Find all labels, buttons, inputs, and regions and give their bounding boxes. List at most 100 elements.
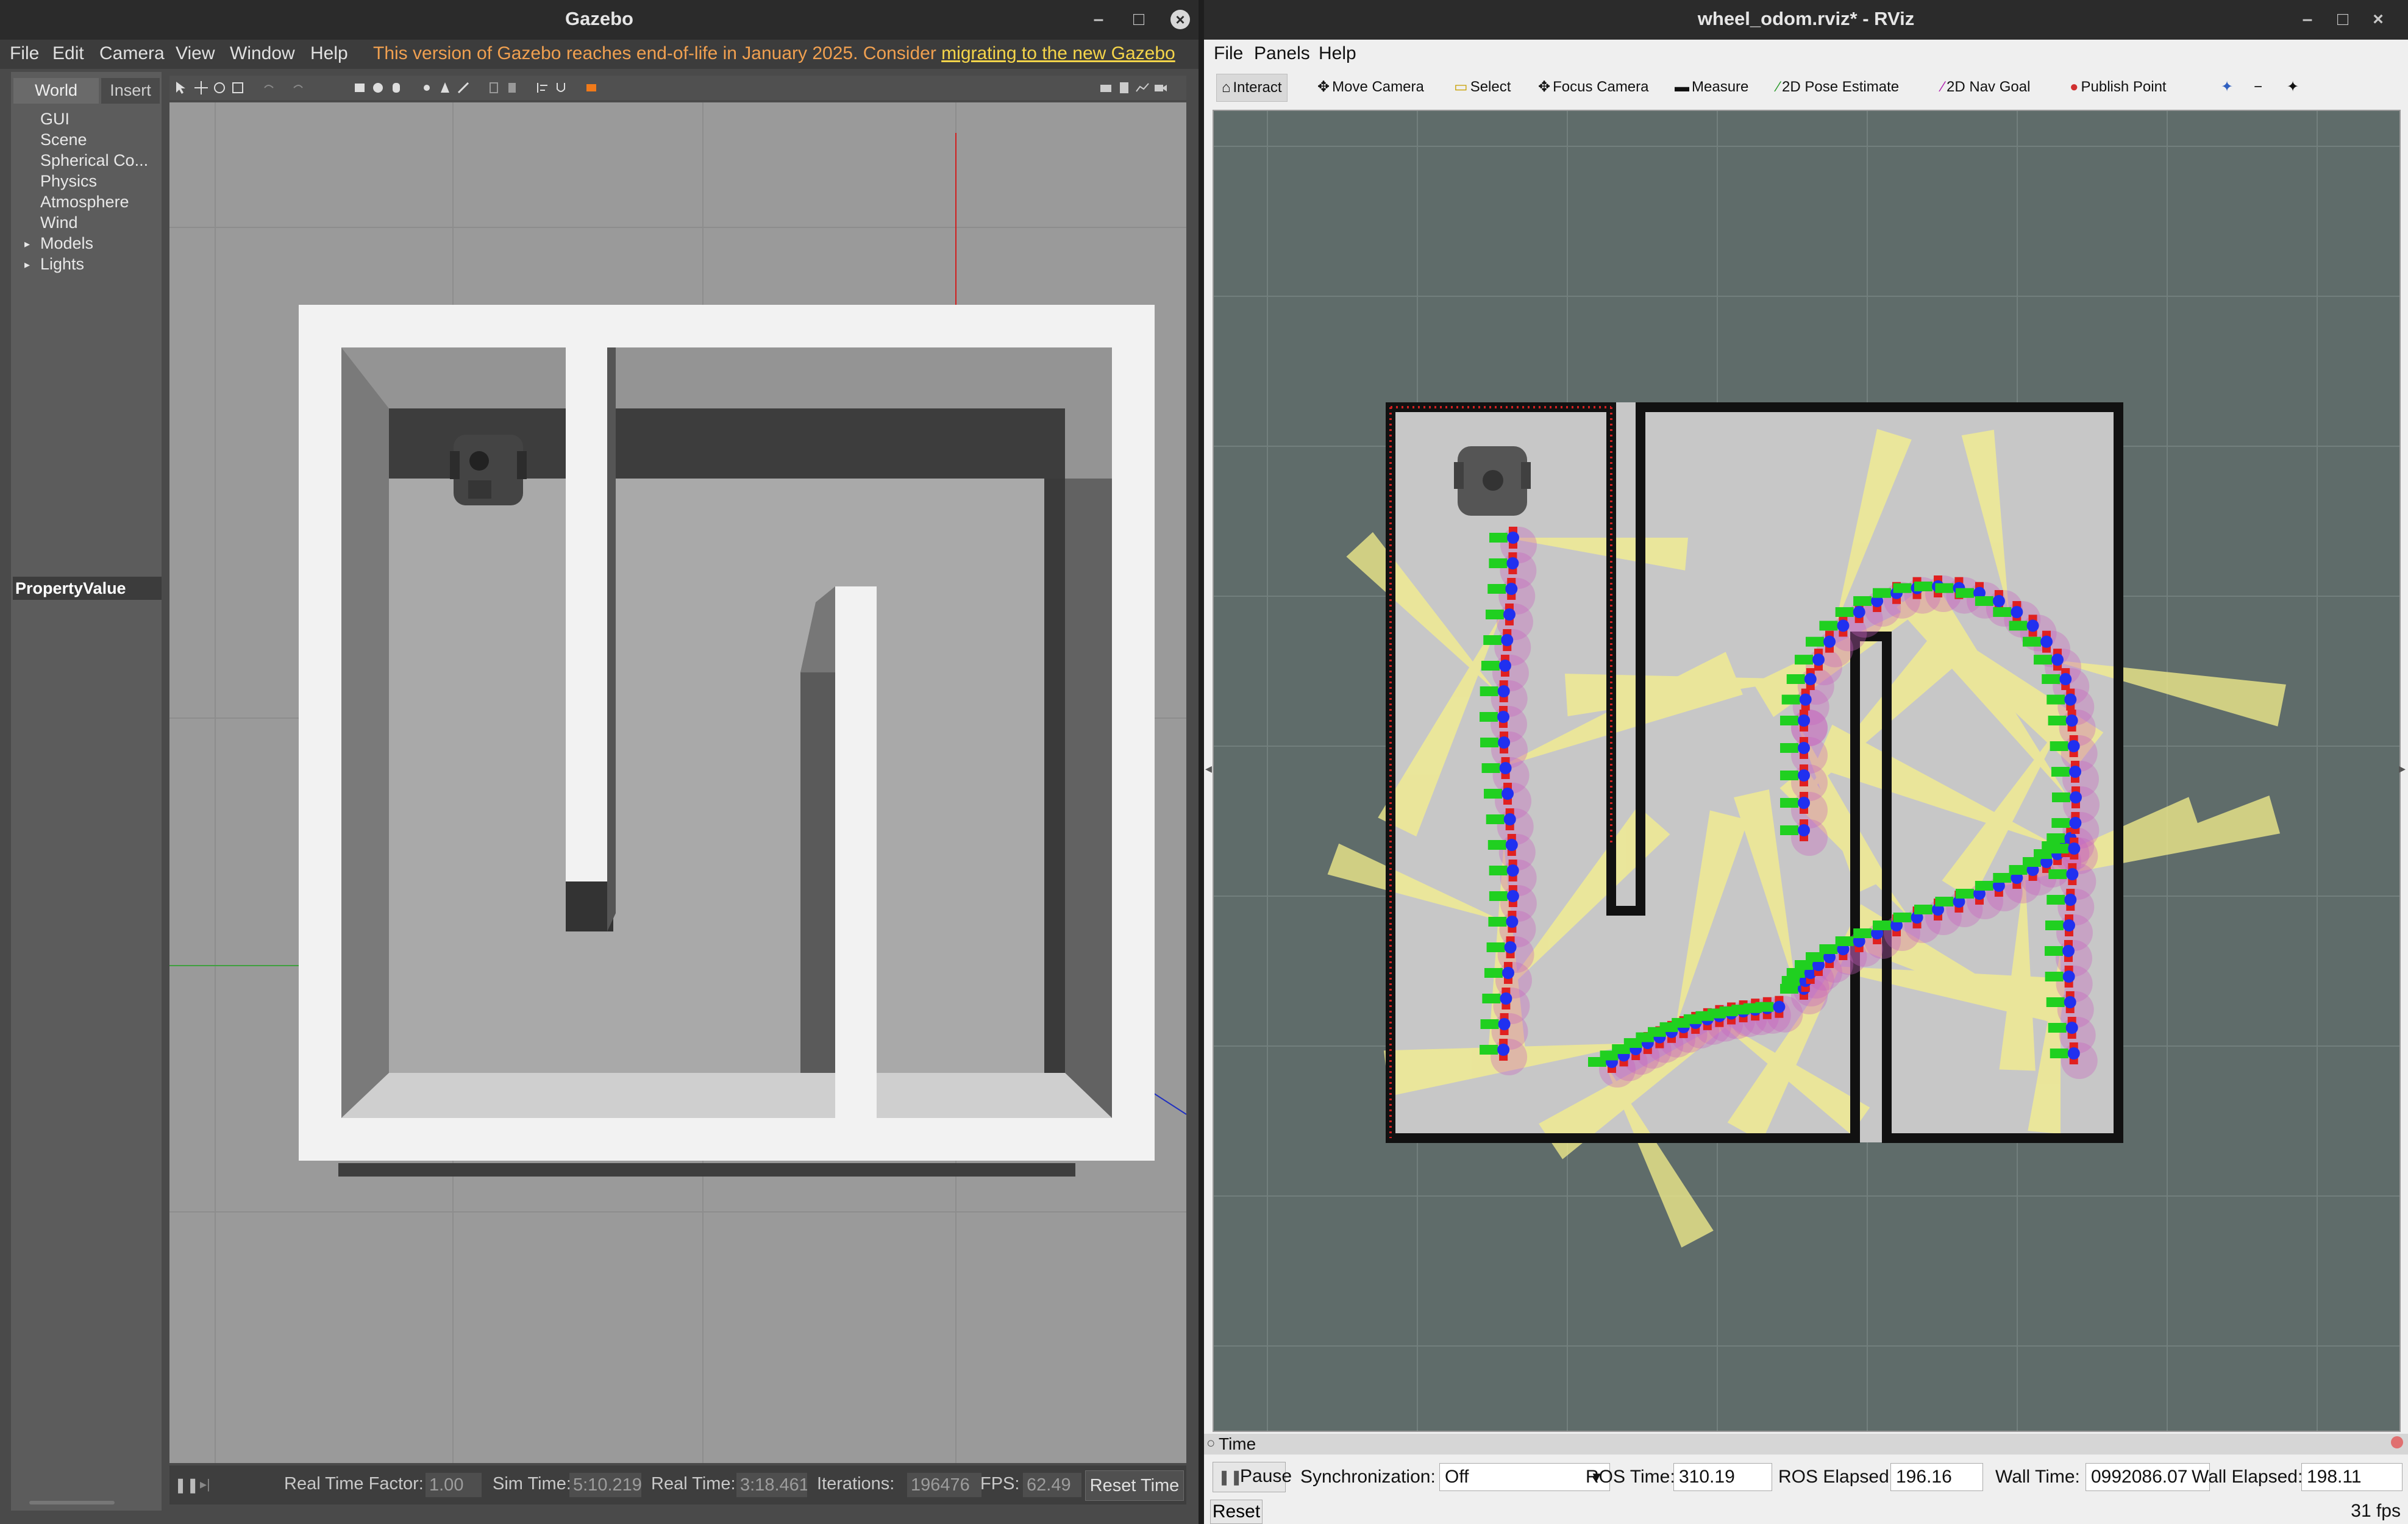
redo-icon[interactable]	[291, 80, 306, 95]
minimize-icon[interactable]: –	[2298, 10, 2317, 29]
gazebo-title: Gazebo	[565, 8, 633, 29]
log-icon[interactable]	[1117, 80, 1131, 95]
tab-world[interactable]: World	[13, 78, 99, 104]
tool-measure[interactable]: ▬ Measure	[1670, 74, 1753, 101]
menu-file[interactable]: File	[10, 43, 39, 64]
tool-focus-camera[interactable]: ✥ Focus Camera	[1533, 74, 1654, 101]
covariance-ellipse	[1491, 1039, 1528, 1075]
panel-close-icon[interactable]	[2391, 1436, 2403, 1448]
menu-edit[interactable]: Edit	[52, 43, 84, 64]
screenshot-icon[interactable]	[1099, 80, 1113, 95]
wall-elapsed-value: 198.11	[2301, 1463, 2403, 1491]
tree-item-physics[interactable]: Physics	[40, 172, 97, 191]
rtf-value: 1.00	[426, 1473, 482, 1497]
panel-float-icon[interactable]: ○	[1206, 1433, 1216, 1454]
cylinder-shape-icon[interactable]	[389, 80, 404, 95]
gazebo-scene	[169, 102, 1186, 1463]
menu-help[interactable]: Help	[1319, 43, 1356, 64]
tree-item-lights[interactable]: Lights	[40, 255, 84, 274]
menu-help[interactable]: Help	[310, 43, 348, 64]
maximize-icon[interactable]: □	[1129, 10, 1149, 29]
select-arrow-icon[interactable]	[174, 80, 189, 95]
rviz-title: wheel_odom.rviz* - RViz	[1697, 8, 1915, 29]
paste-icon[interactable]	[505, 80, 519, 95]
tab-insert[interactable]: Insert	[101, 78, 160, 104]
pause-button[interactable]: ❚❚ Pause	[1213, 1462, 1292, 1492]
rviz-titlebar: wheel_odom.rviz* - RViz – □ ×	[1204, 0, 2408, 40]
spot-light-icon[interactable]	[438, 80, 452, 95]
sphere-shape-icon[interactable]	[371, 80, 385, 95]
migration-link[interactable]: migrating to the new Gazebo	[941, 43, 1175, 63]
left-collapse-icon[interactable]: ◂	[1205, 761, 1212, 777]
pause-icon[interactable]: ❚❚	[174, 1476, 199, 1494]
tool-select[interactable]: ▭ Select	[1449, 74, 1516, 101]
add-tool-icon[interactable]: ✦	[2216, 74, 2238, 101]
tool-interact[interactable]: ⌂ Interact	[1216, 74, 1288, 102]
video-icon[interactable]	[1153, 80, 1168, 95]
iterations-value: 196476	[907, 1473, 981, 1497]
align-icon[interactable]	[535, 80, 550, 95]
publish-point-icon: ●	[2070, 79, 2079, 95]
directional-light-icon[interactable]	[456, 80, 471, 95]
sim-time-label: Sim Time:	[493, 1474, 571, 1494]
tree-item-scene[interactable]: Scene	[40, 130, 87, 149]
tool-publish-point[interactable]: ● Publish Point	[2065, 74, 2171, 101]
gazebo-3d-viewport[interactable]	[169, 102, 1186, 1463]
sync-select[interactable]: Off ▼	[1439, 1463, 1610, 1491]
sync-label: Synchronization:	[1300, 1467, 1436, 1487]
remove-tool-icon[interactable]: −	[2249, 74, 2267, 101]
reset-time-button[interactable]: Reset Time	[1085, 1470, 1184, 1501]
menu-view[interactable]: View	[176, 43, 215, 64]
maximize-icon[interactable]: □	[2333, 10, 2353, 29]
record-icon[interactable]	[584, 80, 599, 95]
rviz-3d-view[interactable]	[1213, 110, 2401, 1432]
reset-button[interactable]: Reset	[1210, 1500, 1263, 1524]
focus-camera-icon: ✥	[1538, 79, 1551, 95]
point-light-icon[interactable]	[419, 80, 434, 95]
rviz-toolbar: ⌂ Interact ✥ Move Camera ▭ Select ✥ Focus Ca…	[1204, 69, 2408, 107]
rviz-window: wheel_odom.rviz* - RViz – □ × File Panel…	[1204, 0, 2408, 1524]
minimize-icon[interactable]: –	[1089, 10, 1108, 29]
time-panel-title: Time	[1219, 1434, 1256, 1453]
undo-icon[interactable]	[261, 80, 276, 95]
close-icon[interactable]: ×	[1170, 10, 1190, 29]
menu-camera[interactable]: Camera	[99, 43, 165, 64]
menu-panels[interactable]: Panels	[1254, 43, 1310, 64]
menu-file[interactable]: File	[1214, 43, 1243, 64]
gazebo-menubar: File Edit Camera View Window Help This v…	[0, 40, 1199, 69]
tree-item-models[interactable]: Models	[40, 234, 93, 253]
tree-item-atmosphere[interactable]: Atmosphere	[40, 193, 129, 212]
plot-icon[interactable]	[1135, 80, 1150, 95]
snap-icon[interactable]	[554, 80, 568, 95]
right-collapse-icon[interactable]: ▸	[2399, 761, 2406, 777]
panel-scrollbar[interactable]	[29, 1501, 115, 1504]
fps-value: 62.49	[1023, 1473, 1081, 1497]
robot-footprint[interactable]	[1454, 446, 1531, 516]
tool-2d-nav-goal[interactable]: ⁄ 2D Nav Goal	[1937, 74, 2035, 101]
translate-icon[interactable]	[194, 80, 208, 95]
measure-icon: ▬	[1675, 79, 1689, 95]
covariance-ellipse	[2061, 1042, 2098, 1079]
tree-item-gui[interactable]: GUI	[40, 110, 69, 129]
tool-2d-pose-estimate[interactable]: ⁄ 2D Pose Estimate	[1772, 74, 1904, 101]
tool-move-camera[interactable]: ✥ Move Camera	[1313, 74, 1429, 101]
select-icon: ▭	[1454, 79, 1468, 95]
rotate-icon[interactable]	[212, 80, 227, 95]
close-icon[interactable]: ×	[2368, 10, 2388, 29]
expand-arrow-icon[interactable]: ▸	[24, 258, 30, 271]
tree-item-spherical-coordinates[interactable]: Spherical Co...	[40, 151, 148, 170]
menu-window[interactable]: Window	[230, 43, 295, 64]
box-shape-icon[interactable]	[352, 80, 367, 95]
ros-elapsed-value: 196.16	[1890, 1463, 1983, 1491]
tool-properties-icon[interactable]: ✦	[2282, 74, 2304, 101]
robot-model[interactable]	[450, 435, 527, 505]
gazebo-titlebar: Gazebo – □ ×	[0, 0, 1199, 40]
tree-item-wind[interactable]: Wind	[40, 213, 78, 232]
gazebo-statusbar: ❚❚ ▸| Real Time Factor: 1.00 Sim Time: 5…	[169, 1465, 1186, 1504]
expand-arrow-icon[interactable]: ▸	[24, 238, 30, 251]
interact-icon: ⌂	[1222, 79, 1231, 96]
copy-icon[interactable]	[486, 80, 501, 95]
wall-time-label: Wall Time:	[1995, 1467, 2080, 1487]
step-icon[interactable]: ▸|	[200, 1476, 210, 1492]
scale-icon[interactable]	[230, 80, 245, 95]
